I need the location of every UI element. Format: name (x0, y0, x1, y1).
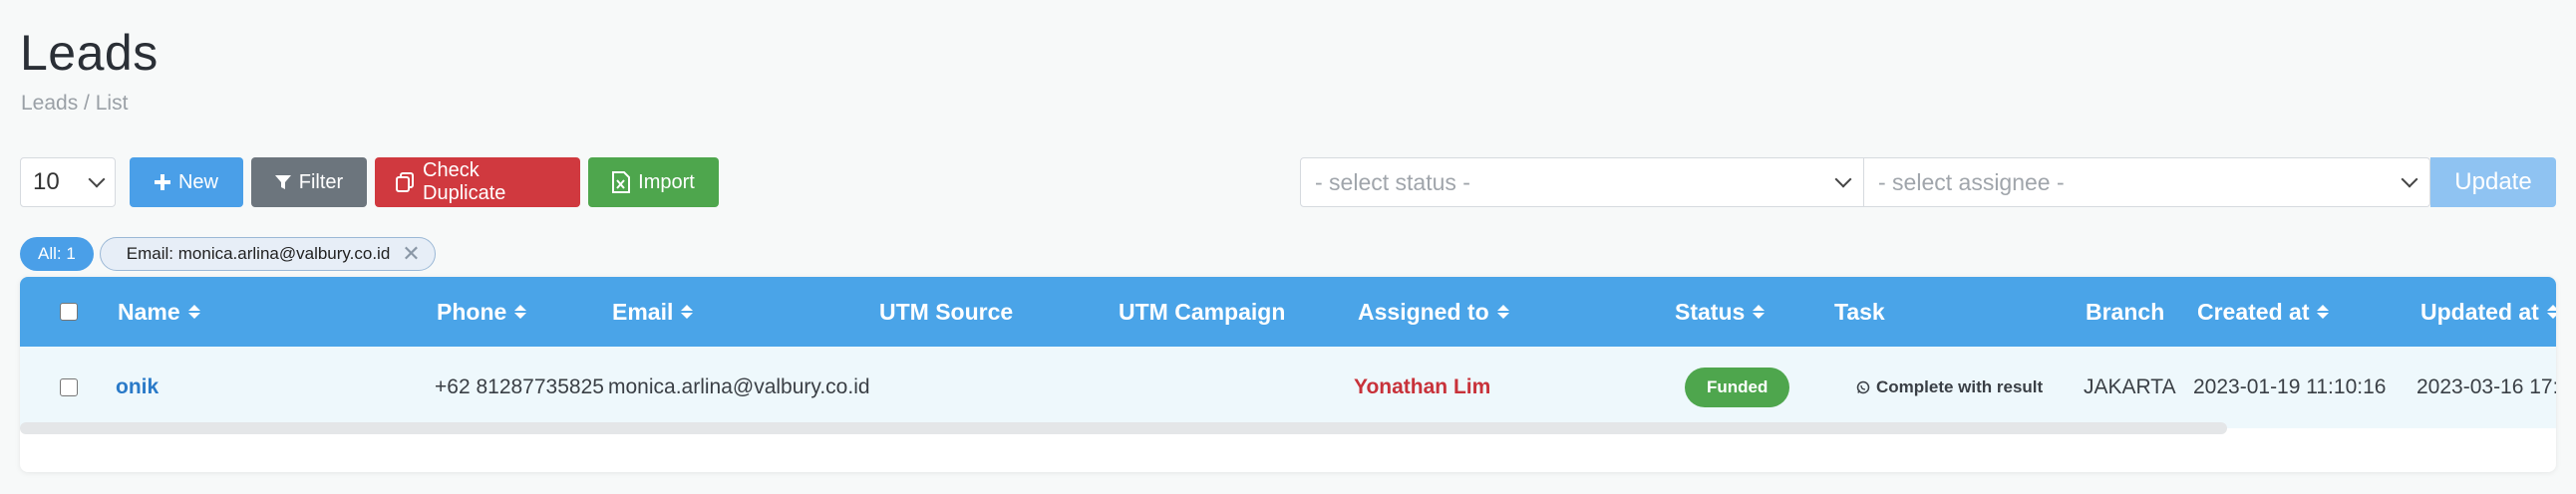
assignee-select[interactable]: - select assignee - (1864, 157, 2430, 207)
cell-branch: JAKARTA (2084, 375, 2176, 398)
cell-task: Complete with result (1856, 347, 2043, 428)
column-header-branch: Branch (2086, 277, 2164, 347)
filter-button[interactable]: Filter (251, 157, 367, 207)
column-header-task: Task (1834, 277, 1885, 347)
column-label: Updated at (2420, 298, 2539, 325)
column-header-phone[interactable]: Phone (437, 277, 527, 347)
import-button-label: Import (638, 170, 695, 193)
task-label: Complete with result (1876, 377, 2044, 396)
chip-email-filter[interactable]: Email: monica.arlina@valbury.co.id ✕ (99, 237, 436, 271)
row-checkbox-cell (60, 347, 78, 428)
cell-assigned-to: Yonathan Lim (1354, 347, 1490, 428)
column-label: UTM Source (879, 298, 1014, 325)
sort-icon (1753, 305, 1766, 319)
assignee-select-placeholder: - select assignee - (1878, 168, 2065, 195)
check-duplicate-label: Check Duplicate (423, 159, 506, 204)
import-button[interactable]: Import (588, 157, 719, 207)
status-badge: Funded (1685, 368, 1790, 407)
check-duplicate-button[interactable]: Check Duplicate (375, 157, 580, 207)
column-label: Branch (2086, 298, 2165, 325)
column-label: Assigned to (1358, 298, 1489, 325)
page-size-value: 10 (33, 168, 60, 195)
filter-button-label: Filter (298, 170, 344, 193)
cell-status: Funded (1685, 347, 1790, 428)
new-button-label: New (177, 170, 218, 193)
column-header-assigned-to[interactable]: Assigned to (1358, 277, 1509, 347)
lead-name-link[interactable]: onik (116, 375, 159, 399)
whatsapp-icon (1856, 380, 1870, 394)
chip-email-label: Email: monica.arlina@valbury.co.id (126, 244, 391, 263)
sort-icon (187, 305, 200, 319)
column-header-name[interactable]: Name (118, 277, 200, 347)
cell-email: monica.arlina@valbury.co.id (608, 375, 870, 398)
task-item[interactable]: Complete with result (1856, 377, 2043, 397)
column-header-utm-campaign: UTM Campaign (1119, 277, 1285, 347)
column-label: Name (118, 298, 180, 325)
chip-all-count[interactable]: All: 1 (20, 237, 94, 271)
sort-icon (2546, 305, 2556, 319)
status-select-placeholder: - select status - (1315, 168, 1470, 195)
sort-icon (514, 305, 527, 319)
sort-icon (681, 305, 694, 319)
column-label: Created at (2197, 298, 2310, 325)
plus-icon (154, 174, 170, 190)
column-label: Task (1834, 298, 1885, 325)
row-checkbox[interactable] (60, 378, 78, 396)
column-header-updated-at[interactable]: Updated at (2420, 277, 2556, 347)
status-select[interactable]: - select status - (1300, 157, 1864, 207)
filter-chips: All: 1 Email: monica.arlina@valbury.co.i… (20, 237, 436, 271)
update-button[interactable]: Update (2430, 157, 2556, 207)
cell-updated-at: 2023-03-16 17:32 (2416, 375, 2556, 398)
excel-file-icon (612, 171, 631, 193)
copy-icon (395, 172, 415, 192)
new-button[interactable]: New (130, 157, 243, 207)
column-header-email[interactable]: Email (612, 277, 694, 347)
cell-created-at: 2023-01-19 11:10:16 (2193, 375, 2387, 398)
table-row[interactable]: onik +62 81287735825 monica.arlina@valbu… (20, 347, 2556, 428)
close-icon[interactable]: ✕ (402, 243, 420, 265)
column-label: Email (612, 298, 674, 325)
column-header-created-at[interactable]: Created at (2197, 277, 2330, 347)
cell-name: onik (116, 347, 159, 428)
chevron-down-icon (88, 170, 106, 188)
horizontal-scrollbar[interactable] (20, 422, 2227, 434)
table-header: Name Phone Email UTM Source UTM Campaign… (20, 277, 2556, 347)
column-label: Phone (437, 298, 507, 325)
assignee-name: Yonathan Lim (1354, 375, 1491, 398)
column-label: Status (1675, 298, 1746, 325)
select-all-checkbox-cell (60, 277, 78, 347)
page-title: Leads (20, 25, 159, 81)
column-header-status[interactable]: Status (1675, 277, 1766, 347)
filter-icon (274, 174, 291, 190)
breadcrumb: Leads / List (21, 92, 129, 115)
sort-icon (2317, 305, 2330, 319)
column-label: UTM Campaign (1119, 298, 1286, 325)
leads-table: Name Phone Email UTM Source UTM Campaign… (20, 277, 2556, 472)
toolbar: 10 New Filter Check Duplicate Import (20, 157, 719, 207)
sort-icon (1496, 305, 1509, 319)
chevron-down-icon (2401, 170, 2418, 188)
column-header-utm-source: UTM Source (879, 277, 1013, 347)
cell-phone: +62 81287735825 (435, 375, 604, 398)
page-size-select[interactable]: 10 (20, 157, 116, 207)
chevron-down-icon (1834, 170, 1852, 188)
select-all-checkbox[interactable] (60, 303, 78, 321)
